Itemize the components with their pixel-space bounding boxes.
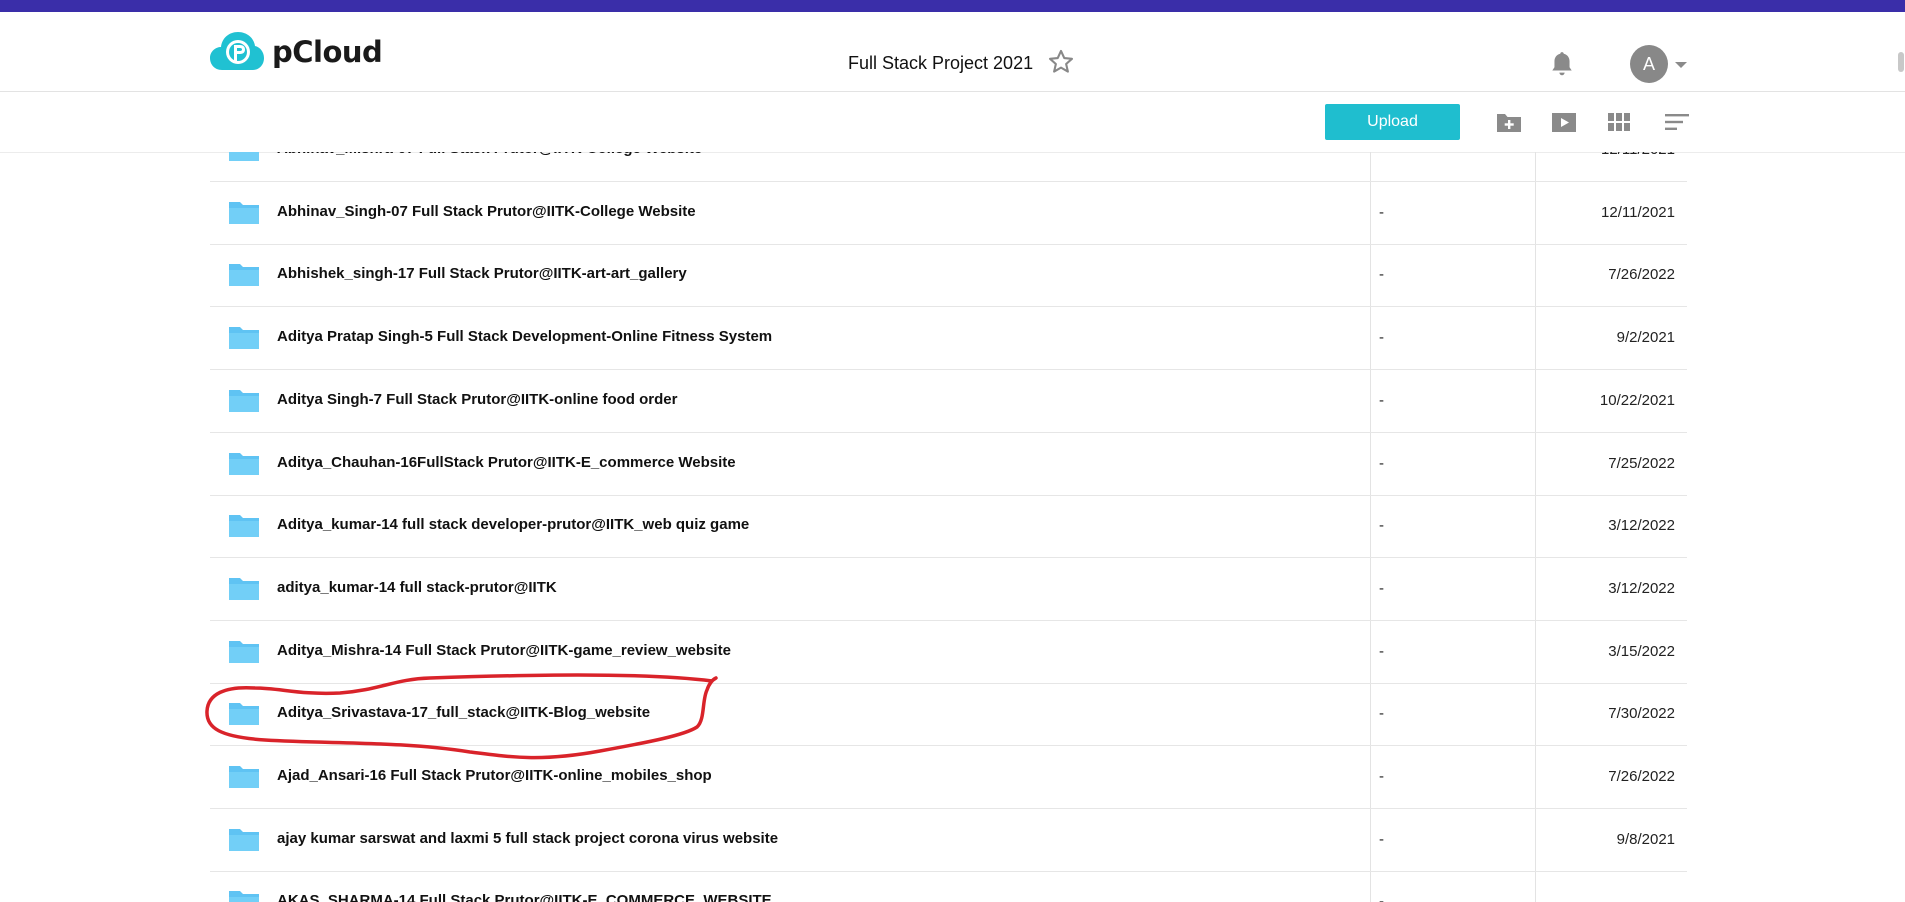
- file-row[interactable]: Aditya_Srivastava-17_full_stack@IITK-Blo…: [210, 683, 1687, 747]
- file-date: 3/12/2022: [1608, 517, 1675, 535]
- file-row[interactable]: Aditya_Chauhan-16FullStack Prutor@IITK-E…: [210, 433, 1687, 496]
- file-row[interactable]: Ajad_Ansari-16 Full Stack Prutor@IITK-on…: [210, 746, 1687, 809]
- top-accent-bar: [0, 0, 1905, 12]
- folder-icon: [229, 577, 259, 600]
- folder-icon: [229, 640, 259, 663]
- file-row[interactable]: Aditya_kumar-14 full stack developer-pru…: [210, 495, 1687, 559]
- slideshow-icon[interactable]: [1551, 110, 1577, 134]
- folder-icon: [229, 891, 259, 902]
- folder-icon: [229, 515, 259, 538]
- file-row[interactable]: Abhinav_Mishra-07 Full Stack Prutor@IITK…: [210, 152, 1687, 182]
- chevron-down-icon[interactable]: [1674, 60, 1688, 70]
- folder-icon: [229, 327, 259, 350]
- upload-button[interactable]: Upload: [1325, 104, 1460, 140]
- file-date: 12/11/2021: [1601, 203, 1675, 221]
- avatar-initial: A: [1642, 53, 1655, 74]
- file-name[interactable]: Aditya_Mishra-14 Full Stack Prutor@IITK-…: [277, 642, 731, 659]
- file-size: -: [1379, 893, 1384, 902]
- folder-icon: [229, 828, 259, 851]
- file-date: 3/12/2022: [1608, 579, 1675, 597]
- file-date: 7/26/2022: [1608, 266, 1675, 284]
- star-outline-icon[interactable]: [1047, 48, 1075, 76]
- file-date: 9/8/2021: [1616, 830, 1675, 848]
- file-name[interactable]: Aditya_Chauhan-16FullStack Prutor@IITK-E…: [277, 454, 736, 471]
- file-date: 7/26/2022: [1608, 768, 1675, 785]
- pcloud-cloud-icon: [210, 32, 264, 70]
- file-size: -: [1379, 830, 1384, 848]
- file-date: 9/2/2021: [1616, 329, 1675, 347]
- file-row[interactable]: Aditya_Mishra-14 Full Stack Prutor@IITK-…: [210, 621, 1687, 684]
- file-row[interactable]: ajay kumar sarswat and laxmi 5 full stac…: [210, 809, 1687, 872]
- file-size: -: [1379, 705, 1384, 723]
- user-avatar[interactable]: A: [1630, 45, 1668, 83]
- file-row[interactable]: Aditya Pratap Singh-5 Full Stack Develop…: [210, 307, 1687, 371]
- file-size: -: [1379, 517, 1384, 535]
- file-date: 10/22/2021: [1599, 391, 1675, 409]
- file-name[interactable]: ajay kumar sarswat and laxmi 5 full stac…: [277, 830, 778, 847]
- file-date: 12/11/2021: [1601, 152, 1675, 158]
- folder-icon: [229, 452, 259, 475]
- file-row[interactable]: AKAS_SHARMA-14 Full Stack Prutor@IITK-E_…: [210, 871, 1687, 902]
- file-size: -: [1379, 579, 1384, 597]
- file-name[interactable]: Aditya_kumar-14 full stack developer-pru…: [277, 516, 749, 533]
- app-header: pCloud Full Stack Project 2021 A: [0, 12, 1905, 92]
- file-size: -: [1379, 266, 1384, 284]
- file-name[interactable]: Abhinav_Mishra-07 Full Stack Prutor@IITK…: [277, 152, 702, 157]
- folder-title: Full Stack Project 2021: [848, 53, 1034, 73]
- file-size: -: [1379, 203, 1384, 221]
- file-name[interactable]: Aditya Pratap Singh-5 Full Stack Develop…: [277, 328, 772, 345]
- folder-icon: [229, 201, 259, 224]
- app-name: pCloud: [272, 35, 383, 69]
- pcloud-logo[interactable]: pCloud: [210, 32, 383, 72]
- file-name[interactable]: Abhinav_Singh-07 Full Stack Prutor@IITK-…: [277, 203, 696, 220]
- file-name[interactable]: aditya_kumar-14 full stack-prutor@IITK: [277, 579, 557, 596]
- file-toolbar: Upload: [0, 92, 1905, 153]
- sort-icon[interactable]: [1664, 110, 1690, 134]
- file-size: -: [1379, 391, 1384, 409]
- file-date: 3/15/2022: [1608, 642, 1675, 660]
- folder-icon: [229, 389, 259, 412]
- page-scrollbar[interactable]: [1898, 52, 1904, 72]
- folder-icon: [229, 703, 259, 726]
- folder-icon: [229, 264, 259, 287]
- folder-icon: [229, 766, 259, 788]
- file-row[interactable]: Abhishek_singh-17 Full Stack Prutor@IITK…: [210, 244, 1687, 308]
- file-name[interactable]: Abhishek_singh-17 Full Stack Prutor@IITK…: [277, 265, 687, 282]
- new-folder-icon[interactable]: [1496, 110, 1522, 134]
- file-list: Abhinav_Mishra-07 Full Stack Prutor@IITK…: [210, 152, 1687, 902]
- file-size: -: [1379, 454, 1384, 472]
- grid-view-icon[interactable]: [1606, 110, 1632, 134]
- file-name[interactable]: Aditya Singh-7 Full Stack Prutor@IITK-on…: [277, 391, 677, 408]
- file-size: -: [1379, 329, 1384, 347]
- bell-icon[interactable]: [1549, 50, 1575, 78]
- file-name[interactable]: Ajad_Ansari-16 Full Stack Prutor@IITK-on…: [277, 767, 712, 784]
- folder-icon: [229, 152, 259, 161]
- file-row[interactable]: aditya_kumar-14 full stack-prutor@IITK - 3…: [210, 558, 1687, 621]
- file-row[interactable]: Aditya Singh-7 Full Stack Prutor@IITK-on…: [210, 370, 1687, 433]
- file-size: -: [1379, 768, 1384, 785]
- file-name[interactable]: AKAS_SHARMA-14 Full Stack Prutor@IITK-E_…: [277, 892, 772, 902]
- file-date: 7/25/2022: [1608, 454, 1675, 472]
- file-row[interactable]: Abhinav_Singh-07 Full Stack Prutor@IITK-…: [210, 182, 1687, 245]
- file-size: -: [1379, 642, 1384, 660]
- file-size: -: [1379, 152, 1384, 158]
- file-date: 7/30/2022: [1608, 705, 1675, 723]
- file-name[interactable]: Aditya_Srivastava-17_full_stack@IITK-Blo…: [277, 704, 650, 721]
